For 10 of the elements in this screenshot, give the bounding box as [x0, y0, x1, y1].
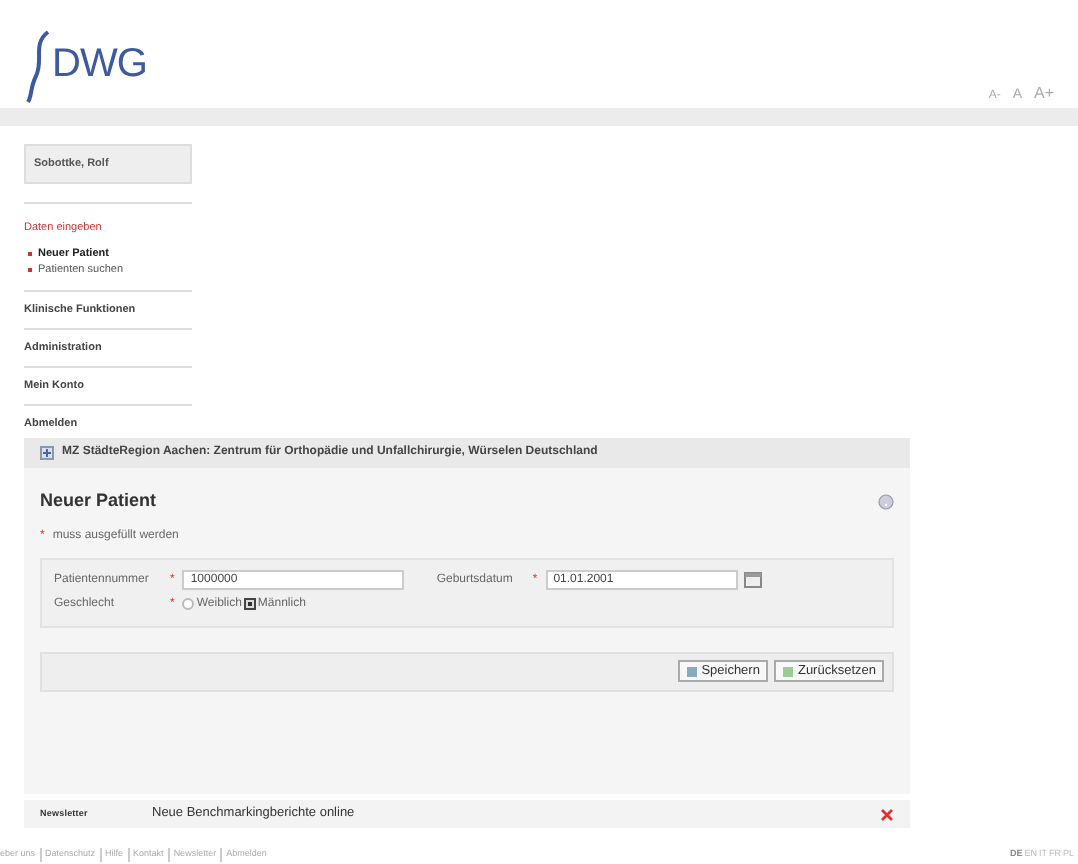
spine-logo-icon [24, 28, 52, 104]
help-icon[interactable] [878, 493, 894, 510]
calendar-icon[interactable] [743, 572, 762, 588]
radio-button[interactable] [182, 598, 195, 610]
logo: DWG [24, 24, 147, 104]
panel-title: Neuer Patient [40, 488, 157, 514]
radio-button[interactable] [243, 598, 256, 610]
font-size-link[interactable]: A+ [1033, 86, 1054, 102]
close-icon[interactable] [880, 807, 894, 821]
expand-icon[interactable] [40, 446, 54, 460]
